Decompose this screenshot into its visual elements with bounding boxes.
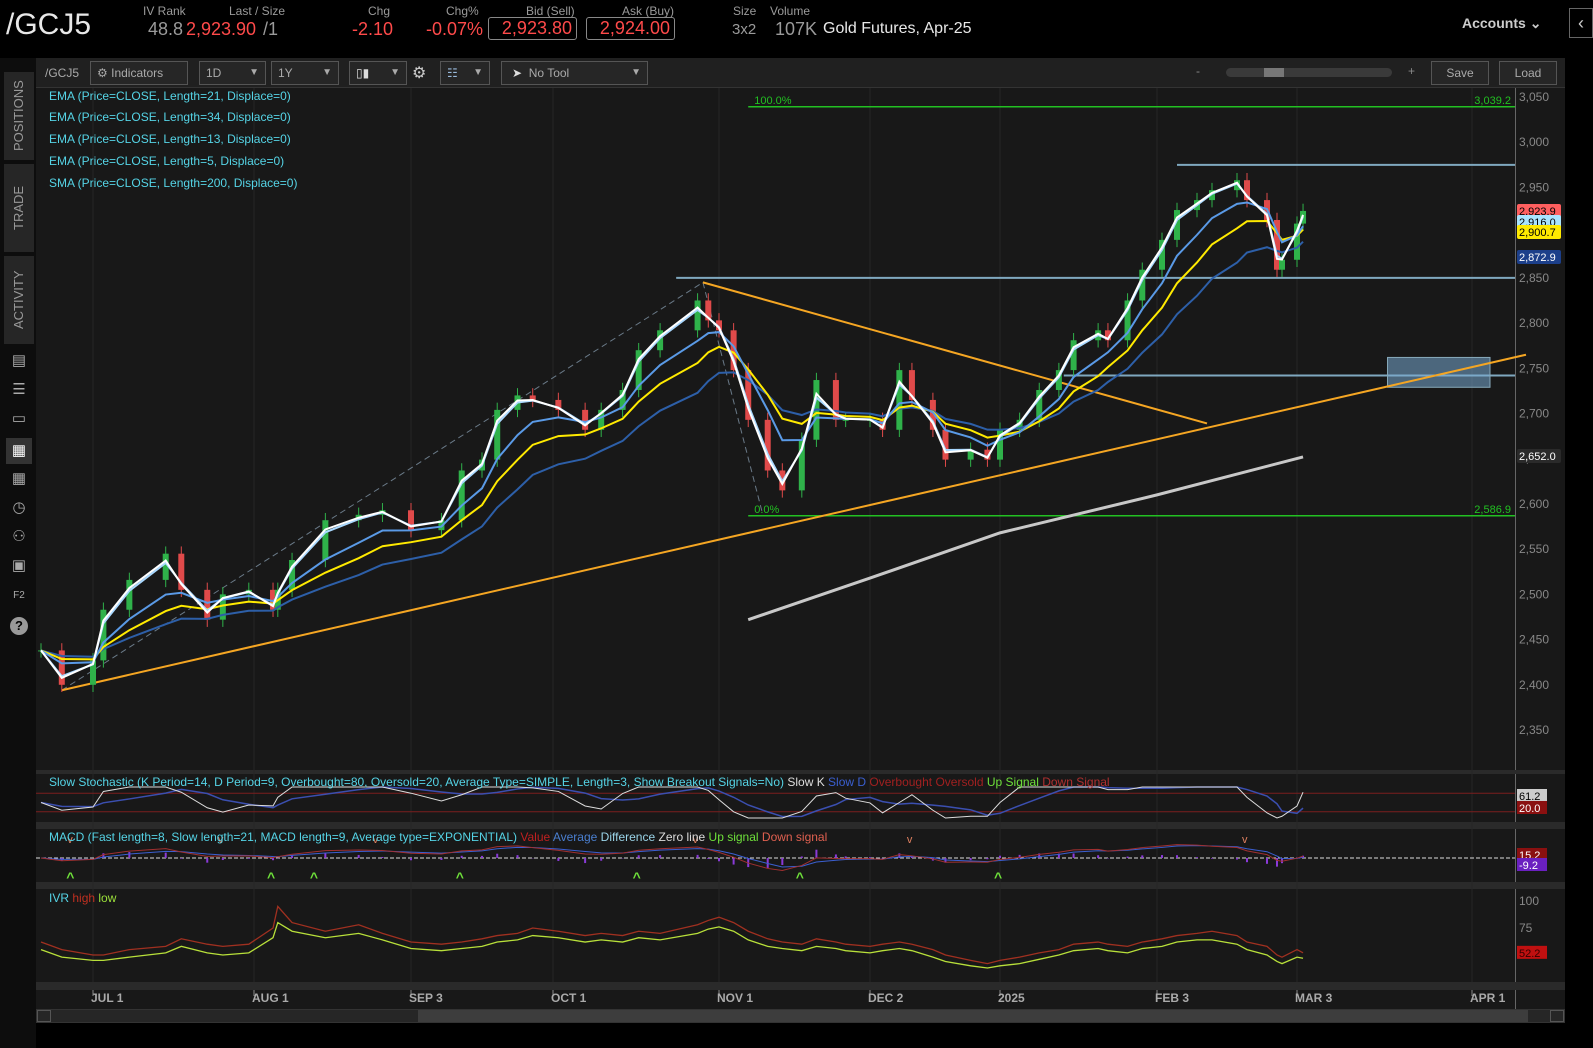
- candle-body: [896, 370, 903, 430]
- ivr-label: IVR: [49, 891, 70, 905]
- legend-up-signal: Up Signal: [986, 775, 1039, 789]
- fibonacci-price-label: 3,039.2: [1474, 95, 1511, 107]
- candle-body: [322, 520, 329, 561]
- price-badge-label: 2,872.9: [1519, 252, 1556, 264]
- x-tick-label: FEB 3: [1155, 991, 1189, 1005]
- dashed-channel-line: [702, 282, 764, 515]
- price-badge-label: 2,652.0: [1519, 451, 1556, 463]
- x-tick-label: APR 1: [1470, 991, 1506, 1005]
- x-tick-label: SEP 3: [409, 991, 443, 1005]
- candle-body: [842, 419, 849, 421]
- x-tick-label: OCT 1: [551, 991, 587, 1005]
- y-tick-label: 2,800: [1519, 316, 1549, 330]
- y-tick-label: 2,450: [1519, 633, 1549, 647]
- x-tick-label: NOV 1: [717, 991, 753, 1005]
- up-signal-arrow-icon: ^: [267, 869, 275, 885]
- trendline: [61, 353, 1527, 692]
- stochastic-badge-label: 20.0: [1519, 803, 1540, 815]
- y-tick-label: 2,400: [1519, 678, 1549, 692]
- study-label-ema5[interactable]: EMA (Price=CLOSE, Length=5, Displace=0): [49, 154, 284, 168]
- fibonacci-level-label: 0.0%: [754, 504, 779, 516]
- down-signal-arrow-icon: v: [907, 834, 913, 846]
- y-tick-label: 2,750: [1519, 361, 1549, 375]
- scroll-left-button[interactable]: [37, 1010, 51, 1022]
- up-signal-arrow-icon: ^: [633, 869, 641, 885]
- macd-label: MACD (Fast length=8, Slow length=21, MAC…: [49, 830, 518, 844]
- candle-body: [1279, 259, 1285, 270]
- x-tick-label: MAR 3: [1295, 991, 1333, 1005]
- legend-oversold: Oversold: [935, 775, 984, 789]
- x-tick-label: JUL 1: [91, 991, 124, 1005]
- candle-body: [204, 589, 211, 620]
- y-tick-label: 2,850: [1519, 271, 1549, 285]
- up-signal-arrow-icon: ^: [796, 869, 804, 885]
- fibonacci-price-label: 2,586.9: [1474, 504, 1511, 516]
- legend-slow-d: Slow D: [828, 775, 867, 789]
- stochastic-label: Slow Stochastic (K Period=14, D Period=9…: [49, 775, 784, 789]
- macd-header[interactable]: MACD (Fast length=8, Slow length=21, MAC…: [36, 830, 827, 844]
- x-tick-label: 2025: [998, 991, 1025, 1005]
- candle-body: [582, 409, 589, 430]
- panel-divider: [36, 822, 1565, 829]
- legend-high: high: [72, 891, 96, 905]
- legend-low: low: [98, 891, 117, 905]
- up-signal-arrow-icon: ^: [66, 869, 74, 885]
- price-badge-label: 2,900.7: [1519, 227, 1556, 239]
- ivr-header[interactable]: IVR high low: [49, 891, 116, 905]
- dashed-channel-line: [61, 281, 704, 691]
- horizontal-scrollbar[interactable]: [36, 1009, 1565, 1023]
- y-tick-label: 2,350: [1519, 723, 1549, 737]
- legend-average: Average: [552, 830, 598, 844]
- y-tick-label: 3,050: [1519, 90, 1549, 104]
- ivr-tick-label: 100: [1519, 894, 1539, 908]
- ivr-badge-label: 52.2: [1519, 948, 1540, 960]
- up-signal-arrow-icon: ^: [456, 869, 464, 885]
- legend-up-signal: Up signal: [708, 830, 759, 844]
- macd-badge-label: -9.2: [1519, 860, 1538, 872]
- ivr-high-line: [40, 905, 1304, 965]
- x-tick-label: AUG 1: [252, 991, 289, 1005]
- panel-divider: [36, 770, 1565, 774]
- study-label-ema34[interactable]: EMA (Price=CLOSE, Length=34, Displace=0): [49, 110, 291, 124]
- down-signal-arrow-icon: v: [1242, 834, 1248, 846]
- legend-zero-line: Zero line: [658, 830, 706, 844]
- legend-overbought: Overbought: [869, 775, 933, 789]
- y-tick-label: 2,700: [1519, 407, 1549, 421]
- legend-value: Value: [520, 830, 551, 844]
- x-tick-label: DEC 2: [868, 991, 904, 1005]
- ema21-line: [40, 219, 1304, 661]
- scroll-right-button[interactable]: [1550, 1010, 1564, 1022]
- y-tick-label: 2,950: [1519, 180, 1549, 194]
- legend-difference: Difference: [600, 830, 656, 844]
- ema5-line: [40, 182, 1304, 678]
- fibonacci-level-label: 100.0%: [754, 95, 792, 107]
- panel-divider: [36, 982, 1565, 990]
- legend-down-signal: Down signal: [761, 830, 828, 844]
- sma200-line: [747, 455, 1304, 622]
- ivr-tick-label: 75: [1519, 921, 1533, 935]
- up-signal-arrow-icon: ^: [310, 869, 318, 885]
- scrollbar-thumb[interactable]: [418, 1010, 1528, 1022]
- y-tick-label: 2,550: [1519, 542, 1549, 556]
- study-label-sma200[interactable]: SMA (Price=CLOSE, Length=200, Displace=0…: [49, 176, 297, 190]
- legend-slow-k: Slow K: [787, 775, 825, 789]
- up-signal-arrow-icon: ^: [994, 869, 1002, 885]
- study-label-ema21[interactable]: EMA (Price=CLOSE, Length=21, Displace=0): [49, 89, 291, 103]
- candle-body: [694, 300, 701, 331]
- y-tick-label: 2,600: [1519, 497, 1549, 511]
- stochastic-header[interactable]: Slow Stochastic (K Period=14, D Period=9…: [49, 775, 1110, 789]
- y-tick-label: 3,000: [1519, 135, 1549, 149]
- ema13-line: [40, 201, 1304, 665]
- study-label-ema13[interactable]: EMA (Price=CLOSE, Length=13, Displace=0): [49, 132, 291, 146]
- legend-down-signal: Down Signal: [1042, 775, 1110, 789]
- y-tick-label: 2,500: [1519, 587, 1549, 601]
